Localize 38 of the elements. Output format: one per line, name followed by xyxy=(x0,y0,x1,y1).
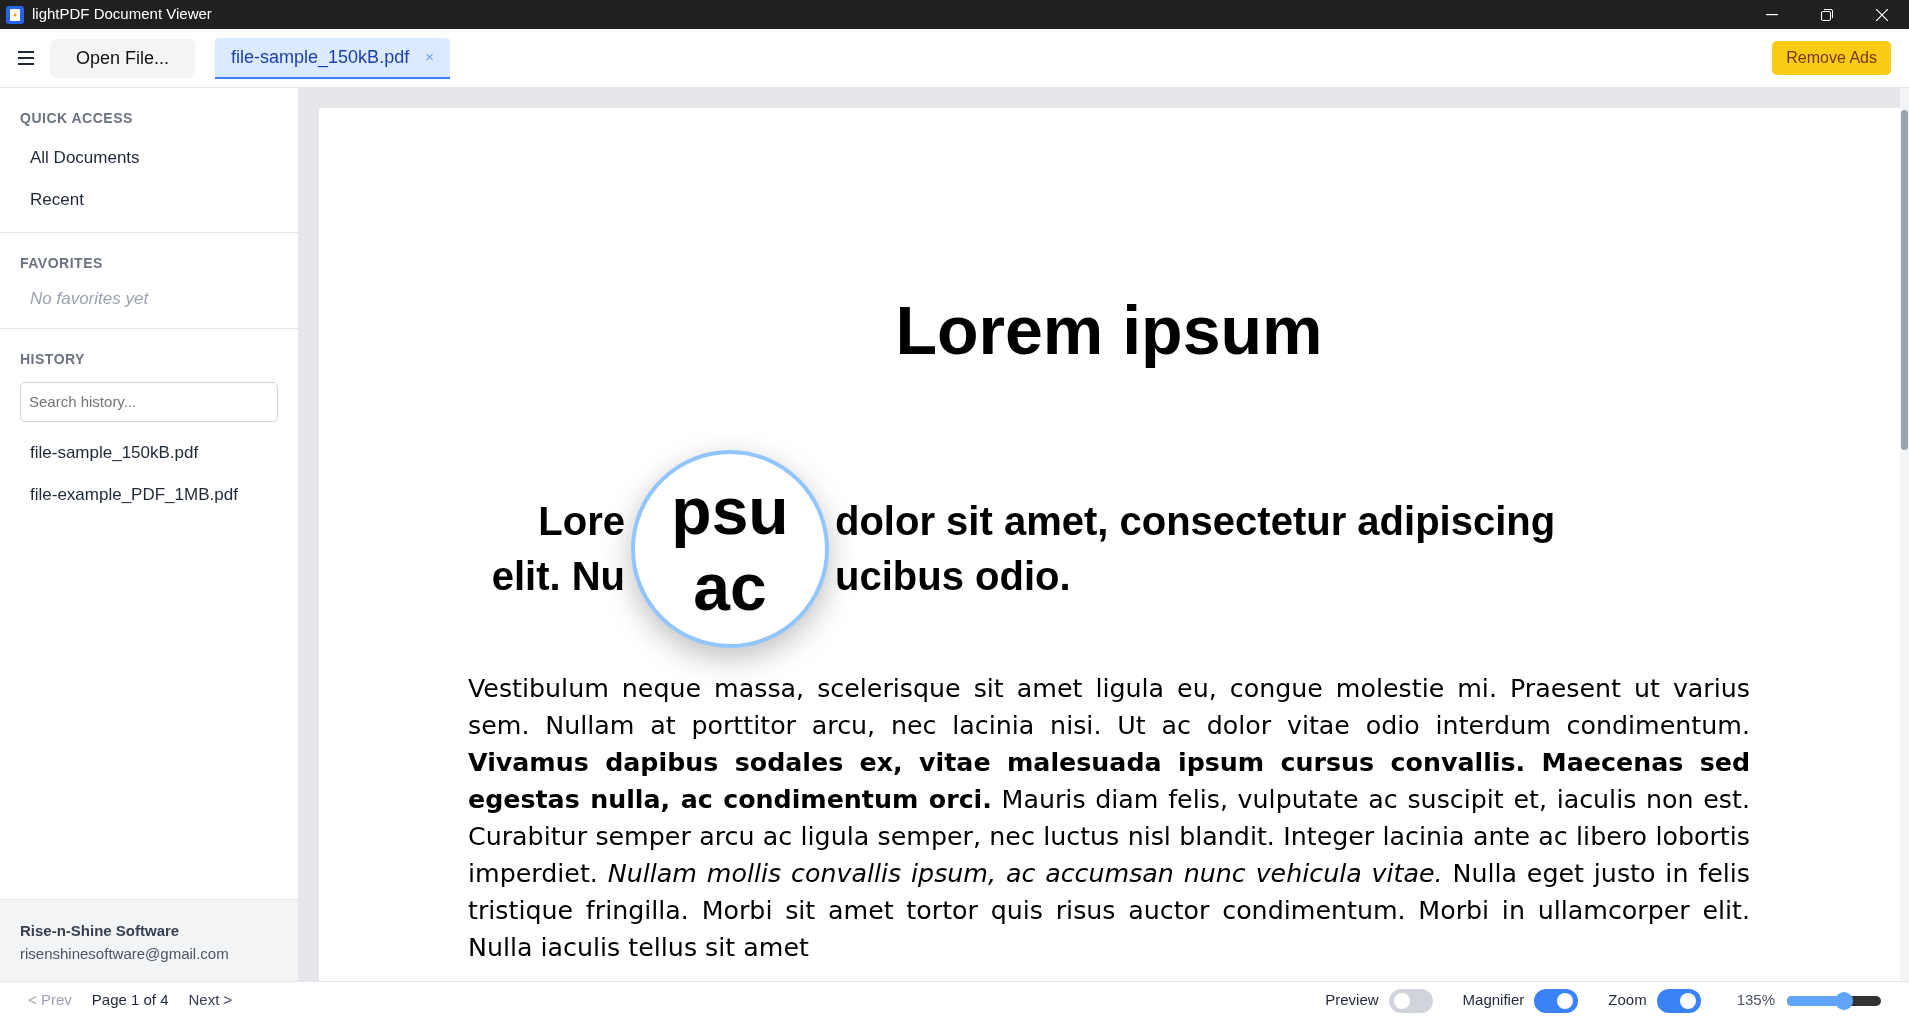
toggle-switch[interactable] xyxy=(1656,988,1701,1013)
section-heading: FAVORITES xyxy=(20,254,104,273)
heading-text: Lore xyxy=(538,498,625,545)
empty-state-text: No favorites yet xyxy=(29,288,150,310)
heading-text: elit. Nu xyxy=(491,553,625,600)
app-logo-icon xyxy=(6,5,24,24)
scrollbar-thumb[interactable] xyxy=(1901,110,1908,450)
section-heading: HISTORY xyxy=(20,349,86,369)
email-text: risenshinesoftware@gmail.com xyxy=(20,943,230,964)
page-indicator: Page 1 of 4 xyxy=(91,990,169,1011)
remove-ads-button[interactable]: Remove Ads xyxy=(1772,41,1891,75)
zoom-percent: 135% xyxy=(1736,990,1775,1011)
body-paragraph: Vestibulum neque massa, scelerisque sit amet ligula eu, congue molestie mi. Praesent ut varius sem. Nullam at porttitor arcu, nec lacinia nisi. Ut ac dolor vitae odio interdum condimentum. Vivamus dapibus sodales ex, vitae malesuada ipsum cursus convallis. Maecenas sed egestas nulla, ac condimentum orci. Mauris diam felis, vulputate ac suscipit et, iaculis non est. Curabitur semper arcu ac ligula semper, nec luctus nisl blandit. Integer lacinia ante ac libero lobortis imperdiet. Nullam mollis convallis ipsum, ac accumsan nunc vehicula vitae. Nulla eget justo in felis tristique fringilla. Morbi sit amet tortor quis risus auctor condimentum. Morbi in ullamcorper elit. Nulla iaculis tellus sit amet xyxy=(468,673,1750,964)
section-heading: QUICK ACCESS xyxy=(20,109,134,128)
window-title: lightPDF Document Viewer xyxy=(32,4,212,25)
toggle-label: Magnifier xyxy=(1462,990,1525,1011)
minimize-icon[interactable] xyxy=(1765,13,1778,16)
history-item[interactable]: file-sample_150kB.pdf xyxy=(20,432,209,474)
heading-text: ucibus odio. xyxy=(835,553,1072,600)
close-icon[interactable] xyxy=(1875,8,1888,21)
restore-icon[interactable] xyxy=(1820,8,1833,21)
toggle-switch[interactable] xyxy=(1534,988,1579,1013)
magnifier-lens[interactable]: psu ac xyxy=(631,450,829,648)
heading-text: dolor sit amet, consectetur adipiscing xyxy=(835,498,1556,545)
history-item[interactable]: file-example_PDF_1MB.pdf xyxy=(20,473,248,515)
magnified-text: ac xyxy=(693,549,767,625)
sidebar-item[interactable]: Recent xyxy=(20,178,94,220)
open-file-button[interactable]: Open File... xyxy=(50,38,196,78)
magnified-text: psu xyxy=(671,473,789,549)
toggle-label: Zoom xyxy=(1608,990,1647,1011)
document-tab[interactable]: file-sample_150kB.pdf × xyxy=(215,37,450,79)
search-field[interactable]: Search history... xyxy=(20,381,278,422)
toggle-label: Preview xyxy=(1325,990,1379,1011)
company-name: Rise-n-Shine Software xyxy=(20,921,181,941)
next-page-button[interactable]: Next > xyxy=(188,989,233,1012)
menu-icon[interactable] xyxy=(18,51,34,65)
sidebar-item[interactable]: All Documents xyxy=(20,137,150,179)
toggle-switch[interactable] xyxy=(1388,988,1433,1013)
